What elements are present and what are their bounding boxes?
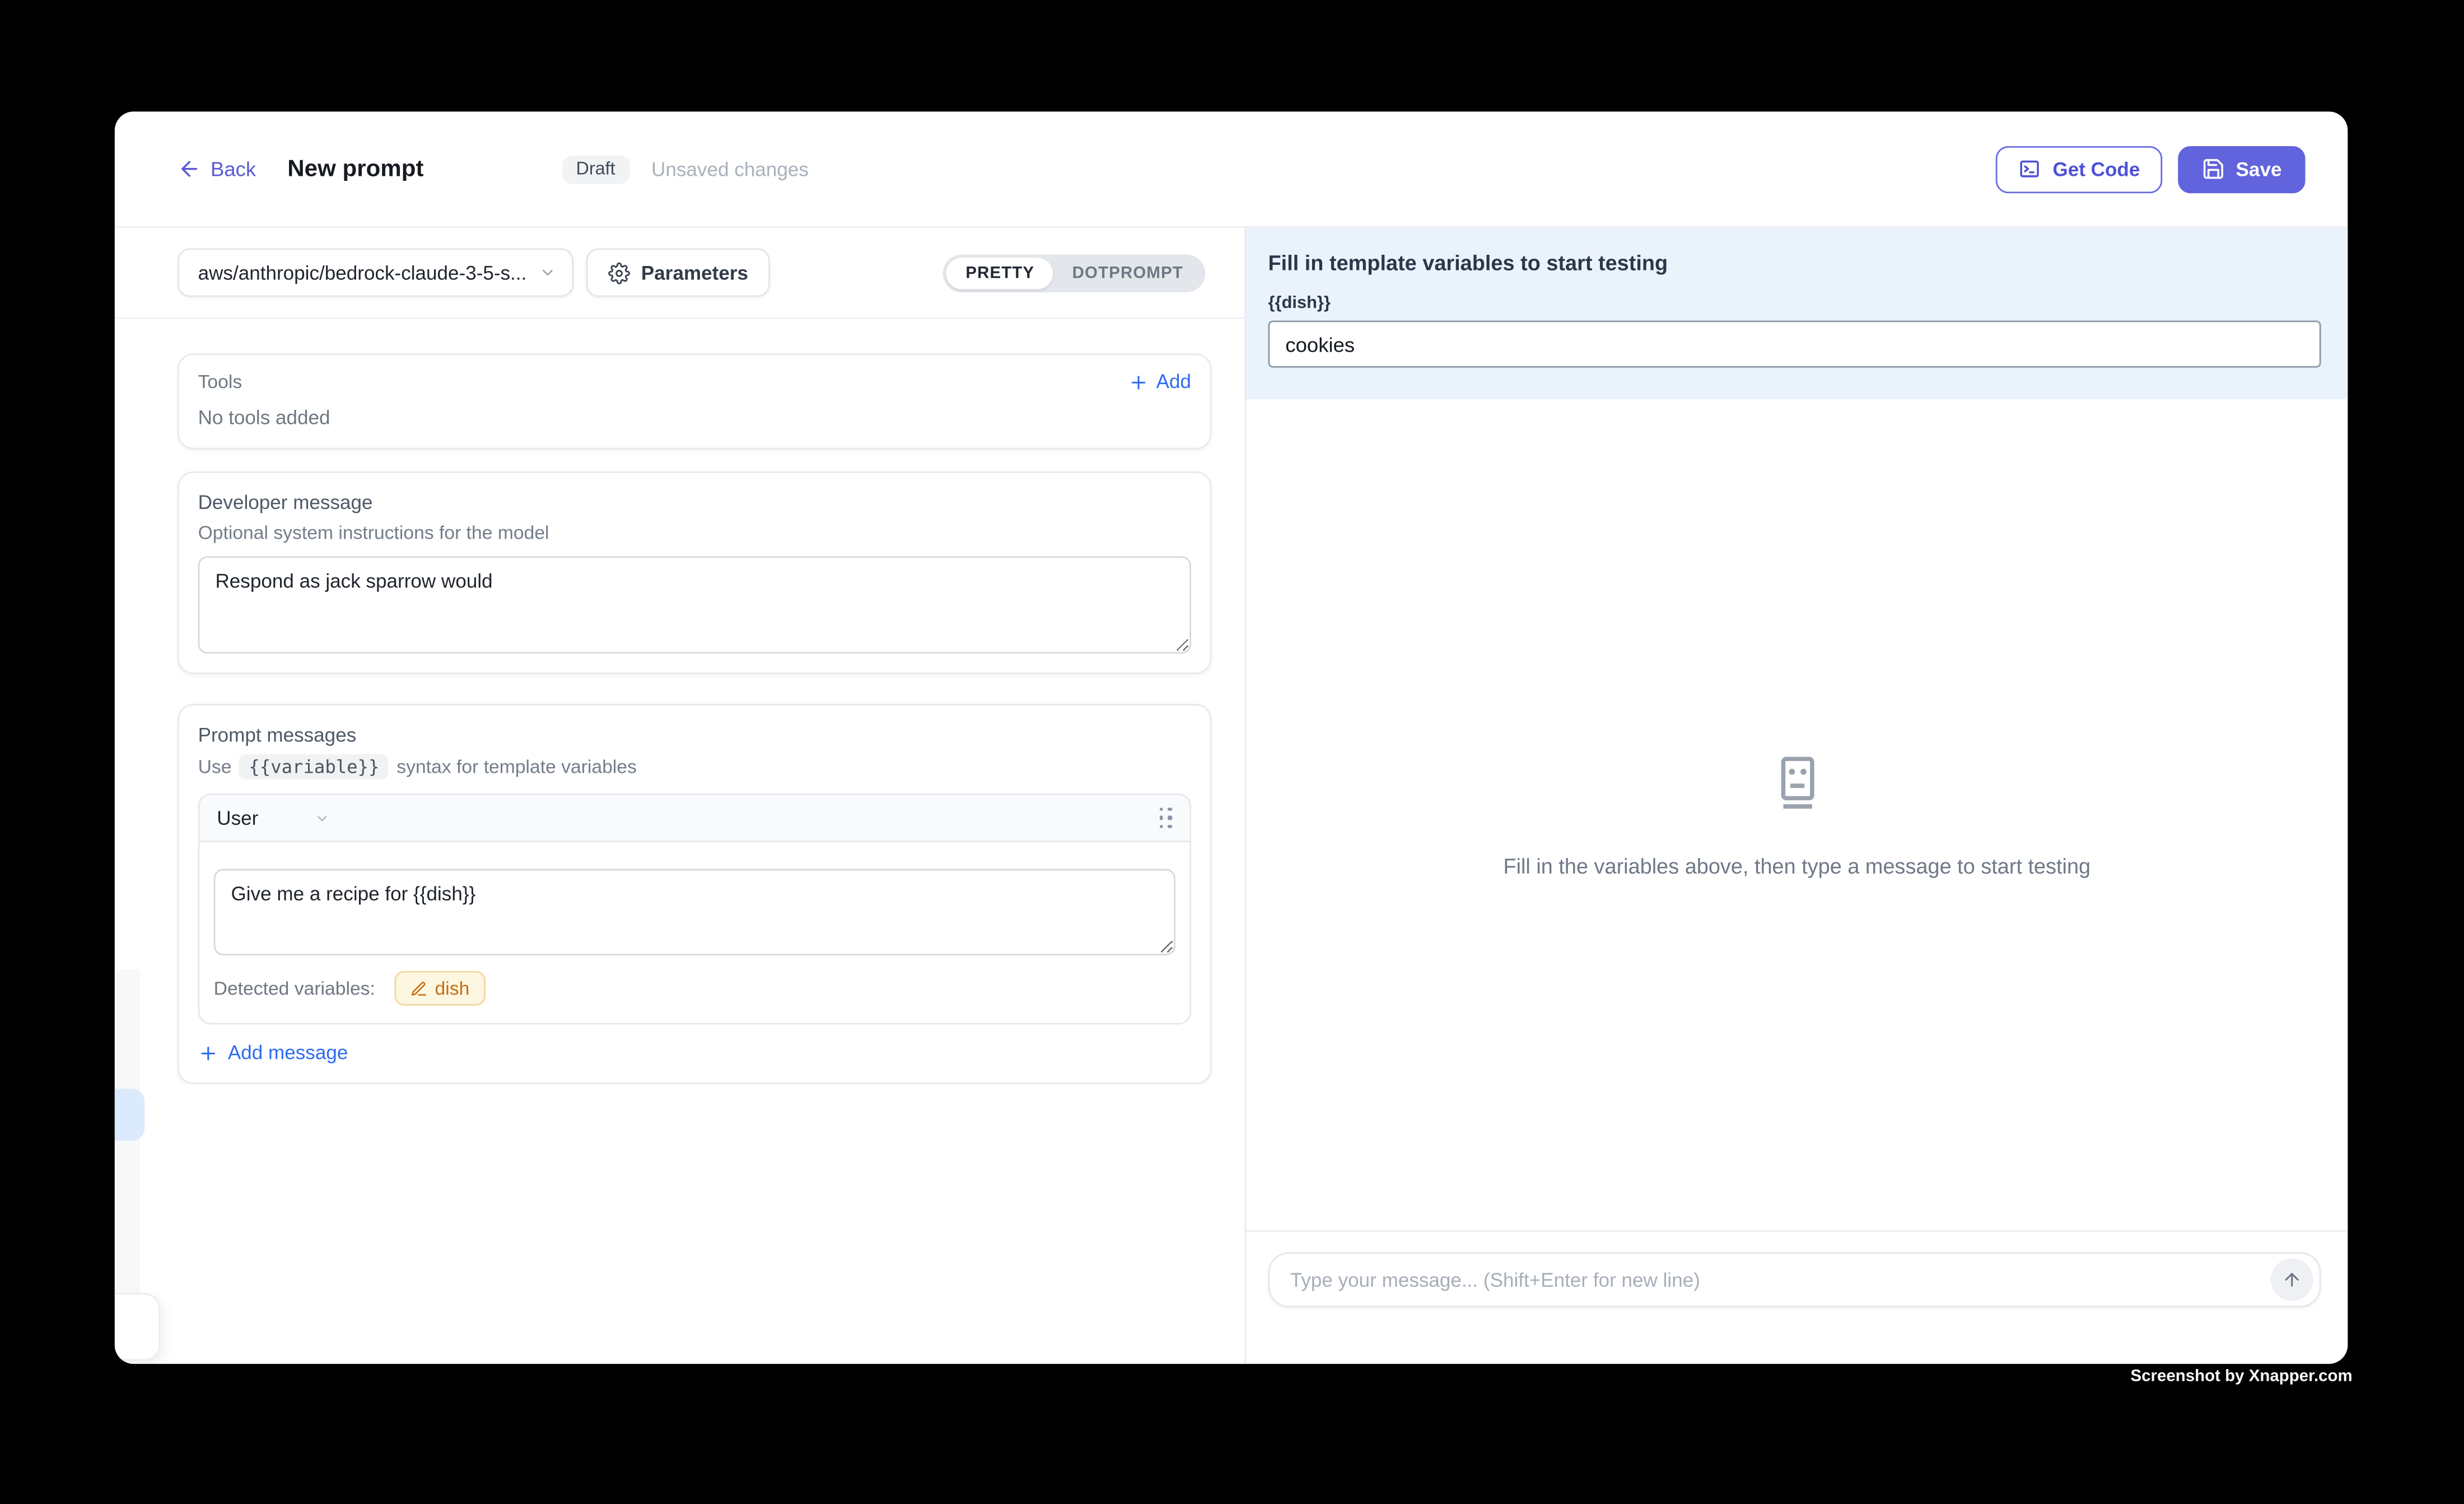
chat-message-input[interactable] [1290, 1269, 2271, 1291]
dish-variable-input[interactable] [1268, 320, 2321, 367]
message-composer [1246, 1230, 2348, 1364]
back-button[interactable]: Back [178, 157, 256, 181]
chevron-down-icon[interactable] [315, 810, 330, 826]
get-code-label: Get Code [2052, 158, 2140, 180]
detected-variables-label: Detected variables: [214, 977, 375, 999]
app-window: Back New prompt Draft Unsaved changes Ge… [115, 111, 2348, 1363]
parameters-button[interactable]: Parameters [586, 248, 771, 297]
message-block: User Give me a recipe for {{dish}} Detec… [198, 793, 1191, 1024]
save-button[interactable]: Save [2178, 146, 2306, 193]
prompt-messages-card: Prompt messages Use {{variable}} syntax … [178, 704, 1211, 1084]
app-body: aws/anthropic/bedrock-claude-3-5-s... Pa… [115, 228, 2348, 1364]
header: Back New prompt Draft Unsaved changes Ge… [115, 111, 2348, 228]
add-message-label: Add message [228, 1041, 348, 1063]
variables-heading: Fill in template variables to start test… [1268, 251, 2321, 275]
add-tool-label: Add [1156, 371, 1191, 393]
chevron-down-icon [539, 264, 556, 281]
tools-empty-text: No tools added [198, 407, 1191, 429]
developer-message-card: Developer message Optional system instru… [178, 471, 1211, 674]
add-tool-button[interactable]: Add [1128, 371, 1191, 393]
plus-icon [198, 1043, 218, 1063]
tools-card: Tools Add No tools added [178, 353, 1211, 449]
empty-state-text: Fill in the variables above, then type a… [1503, 855, 2090, 879]
page-title: New prompt [287, 156, 423, 183]
developer-message-input[interactable]: Respond as jack sparrow would [198, 556, 1191, 653]
terminal-icon [2018, 157, 2042, 181]
pencil-icon [410, 980, 427, 997]
header-actions: Get Code Save [1996, 146, 2305, 193]
save-label: Save [2236, 158, 2282, 180]
message-role-header: User [199, 795, 1189, 842]
developer-message-title: Developer message [198, 492, 1191, 513]
send-button[interactable] [2271, 1259, 2313, 1301]
get-code-button[interactable]: Get Code [1996, 146, 2162, 193]
view-toggle: PRETTY DOTPROMPT [944, 254, 1205, 291]
message-content-input[interactable]: Give me a recipe for {{dish}} [214, 869, 1175, 955]
model-select-value: aws/anthropic/bedrock-claude-3-5-s... [198, 261, 527, 283]
corner-popover [115, 1292, 160, 1360]
composer-box [1268, 1252, 2321, 1307]
developer-message-subtitle: Optional system instructions for the mod… [198, 522, 1191, 544]
arrow-left-icon [178, 157, 201, 181]
toggle-dotprompt[interactable]: DOTPROMPT [1053, 257, 1202, 288]
chat-empty-state: Fill in the variables above, then type a… [1246, 399, 2348, 1230]
tools-title: Tools [198, 371, 242, 393]
editor-content: Tools Add No tools added Developer messa… [115, 319, 1245, 1085]
template-syntax-hint: Use {{variable}} syntax for template var… [198, 754, 1191, 779]
back-label: Back [211, 157, 256, 181]
editor-panel: aws/anthropic/bedrock-claude-3-5-s... Pa… [115, 228, 1246, 1364]
message-body: Give me a recipe for {{dish}} Detected v… [199, 842, 1189, 1023]
role-select-value[interactable]: User [217, 807, 258, 829]
hint-prefix: Use [198, 756, 232, 778]
add-message-button[interactable]: Add message [198, 1041, 1191, 1063]
save-icon [2201, 157, 2225, 181]
screenshot-stage: Back New prompt Draft Unsaved changes Ge… [0, 0, 2464, 1503]
model-select[interactable]: aws/anthropic/bedrock-claude-3-5-s... [178, 248, 573, 297]
arrow-up-icon [2281, 1269, 2302, 1290]
sidebar-active-item[interactable] [115, 1089, 144, 1141]
toggle-pretty[interactable]: PRETTY [947, 257, 1053, 288]
detected-variables-row: Detected variables: dish [214, 971, 1175, 1006]
variable-chip-dish[interactable]: dish [394, 971, 486, 1006]
model-toolbar: aws/anthropic/bedrock-claude-3-5-s... Pa… [115, 228, 1245, 319]
test-panel: Fill in template variables to start test… [1246, 228, 2348, 1364]
unsaved-changes-note: Unsaved changes [651, 158, 809, 180]
robot-icon [1766, 751, 1828, 814]
dish-variable-label: {{dish}} [1268, 294, 2321, 313]
template-variables-section: Fill in template variables to start test… [1246, 228, 2348, 399]
status-badge: Draft [562, 155, 629, 183]
plus-icon [1128, 372, 1148, 392]
parameters-label: Parameters [641, 261, 748, 283]
prompt-messages-title: Prompt messages [198, 725, 1191, 746]
gear-icon [608, 261, 630, 283]
drag-handle-icon[interactable] [1159, 807, 1173, 829]
variable-chip-label: dish [435, 977, 470, 999]
watermark: Screenshot by Xnapper.com [2130, 1367, 2352, 1386]
variable-code-chip: {{variable}} [239, 754, 389, 779]
hint-suffix: syntax for template variables [396, 756, 637, 778]
